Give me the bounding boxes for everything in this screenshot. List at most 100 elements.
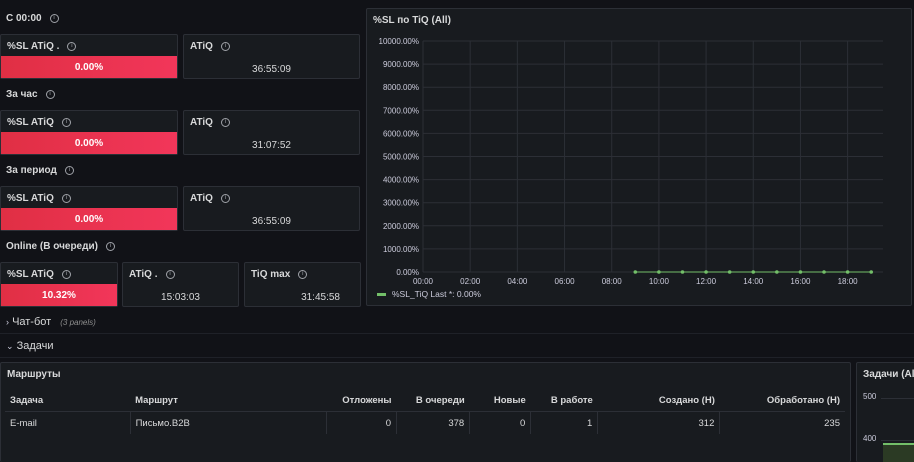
panel-title: %SL ATiQ (7, 117, 54, 128)
column-header-new[interactable]: Новые (469, 389, 531, 412)
x-tick-label: 10:00 (649, 277, 670, 286)
panel-title: ATiQ (190, 193, 213, 204)
y-tick-label: 10000.00% (379, 37, 419, 46)
x-tick-label: 02:00 (460, 277, 481, 286)
x-tick-label: 08:00 (602, 277, 623, 286)
panel-title: ATiQ (190, 117, 213, 128)
row-header-last-hour: За час i (6, 89, 55, 100)
y-tick-label: 8000.00% (383, 83, 419, 92)
y-tick-label: 5000.00% (383, 153, 419, 162)
row-header-since-midnight: С 00:00 i (6, 13, 59, 24)
atiq-value: 31:07:52 (252, 140, 291, 151)
sl-atiq-panel-since-midnight: %SL ATiQ . i 0.00% (0, 34, 178, 79)
row-header-online: Online (В очереди) i (6, 241, 115, 252)
sl-value: 10.32% (1, 284, 117, 306)
atiq-panel-online: ATiQ . i 15:03:03 (122, 262, 239, 307)
y-tick-label: 7000.00% (383, 106, 419, 115)
cell-created: 312 (597, 411, 721, 434)
data-point (633, 270, 638, 274)
data-point (869, 270, 874, 274)
panel-title: ATiQ . (129, 269, 158, 280)
info-icon[interactable]: i (49, 13, 59, 23)
tasks-all-panel: Задачи (All) 500 400 (856, 362, 914, 462)
column-header-created[interactable]: Создано (Н) (597, 389, 720, 412)
atiq-panel-last-hour: ATiQ i 31:07:52 (183, 110, 360, 155)
column-header-in-queue[interactable]: В очереди (396, 389, 470, 412)
info-icon[interactable]: i (220, 117, 230, 127)
row-title: Online (В очереди) (6, 241, 98, 252)
data-point (680, 270, 685, 274)
chevron-right-icon: › (6, 317, 9, 327)
x-tick-label: 14:00 (743, 277, 764, 286)
data-point (657, 270, 661, 274)
info-icon[interactable]: i (64, 165, 74, 175)
info-icon[interactable]: i (61, 117, 71, 127)
column-header-route[interactable]: Маршрут (130, 389, 327, 412)
sl-atiq-panel-online: %SL ATiQ i 10.32% (0, 262, 118, 307)
legend-color-swatch (377, 293, 386, 297)
data-point (751, 270, 756, 274)
y-tick-label: 0.00% (396, 268, 419, 277)
table-row[interactable]: E-mail Письмо.B2B 0 378 0 1 312 235 (5, 411, 845, 434)
info-icon[interactable]: i (165, 269, 175, 279)
info-icon[interactable]: i (61, 269, 71, 279)
section-panel-count: (3 panels) (60, 318, 96, 327)
info-icon[interactable]: i (220, 41, 230, 51)
y-tick-label: 500 (863, 392, 877, 401)
row-title: За час (6, 89, 38, 100)
column-header-processed[interactable]: Обработано (Н) (719, 389, 845, 412)
routes-table: Задача Маршрут Отложены В очереди Новые … (5, 389, 845, 434)
sl-value: 0.00% (1, 132, 177, 154)
grid-line (881, 398, 914, 399)
panel-title: ATiQ (190, 41, 213, 52)
column-header-in-progress[interactable]: В работе (530, 389, 598, 412)
section-label: Задачи (16, 340, 54, 352)
info-icon[interactable]: i (105, 241, 115, 251)
cell-route: Письмо.B2B (130, 411, 327, 434)
section-chatbot[interactable]: › Чат-бот (3 panels) (0, 311, 914, 334)
panel-title: TiQ max (251, 269, 291, 280)
x-tick-label: 12:00 (696, 277, 717, 286)
routes-title: Маршруты (7, 369, 61, 380)
info-icon[interactable]: i (61, 193, 71, 203)
x-tick-label: 16:00 (790, 277, 811, 286)
panel-title: %SL ATiQ . (7, 41, 60, 52)
tasks-title: Задачи (All) (863, 369, 914, 380)
atiq-panel-period: ATiQ i 36:55:09 (183, 186, 360, 231)
x-tick-label: 00:00 (413, 277, 434, 286)
y-tick-label: 400 (863, 434, 877, 443)
cell-in-queue: 378 (396, 411, 471, 434)
atiq-panel-since-midnight: ATiQ i 36:55:09 (183, 34, 360, 79)
y-tick-label: 3000.00% (383, 199, 419, 208)
data-point (798, 270, 803, 274)
cell-processed: 235 (824, 417, 840, 429)
info-icon[interactable]: i (45, 89, 55, 99)
data-point (704, 270, 708, 274)
y-tick-label: 1000.00% (383, 245, 419, 254)
cell-postponed: 0 (326, 411, 398, 434)
cell-task: E-mail (5, 411, 131, 434)
y-tick-label: 4000.00% (383, 176, 419, 185)
info-icon[interactable]: i (67, 41, 77, 51)
row-header-period: За период i (6, 165, 74, 176)
info-icon[interactable]: i (220, 193, 230, 203)
panel-title: %SL ATiQ (7, 269, 54, 280)
tiq-max-value: 31:45:58 (301, 292, 340, 303)
grid-line (881, 440, 914, 441)
chart-legend[interactable]: %SL_TiQ Last *: 0.00% (377, 289, 481, 299)
row-title: За период (6, 165, 57, 176)
section-tasks[interactable]: ⌄ Задачи (0, 335, 914, 358)
column-header-postponed[interactable]: Отложены (326, 389, 397, 412)
info-icon[interactable]: i (298, 269, 308, 279)
y-tick-label: 6000.00% (383, 129, 419, 138)
section-label: Чат-бот (12, 316, 52, 328)
atiq-value: 36:55:09 (252, 64, 291, 75)
x-tick-label: 06:00 (555, 277, 576, 286)
routes-table-panel: Маршруты Задача Маршрут Отложены В очере… (0, 362, 851, 462)
column-header-task[interactable]: Задача (5, 389, 131, 412)
sl-value: 0.00% (1, 56, 177, 78)
area-series (883, 443, 914, 462)
data-point (727, 270, 732, 274)
legend-label: %SL_TiQ Last *: 0.00% (392, 289, 481, 299)
tiq-max-panel-online: TiQ max i 31:45:58 (244, 262, 361, 307)
